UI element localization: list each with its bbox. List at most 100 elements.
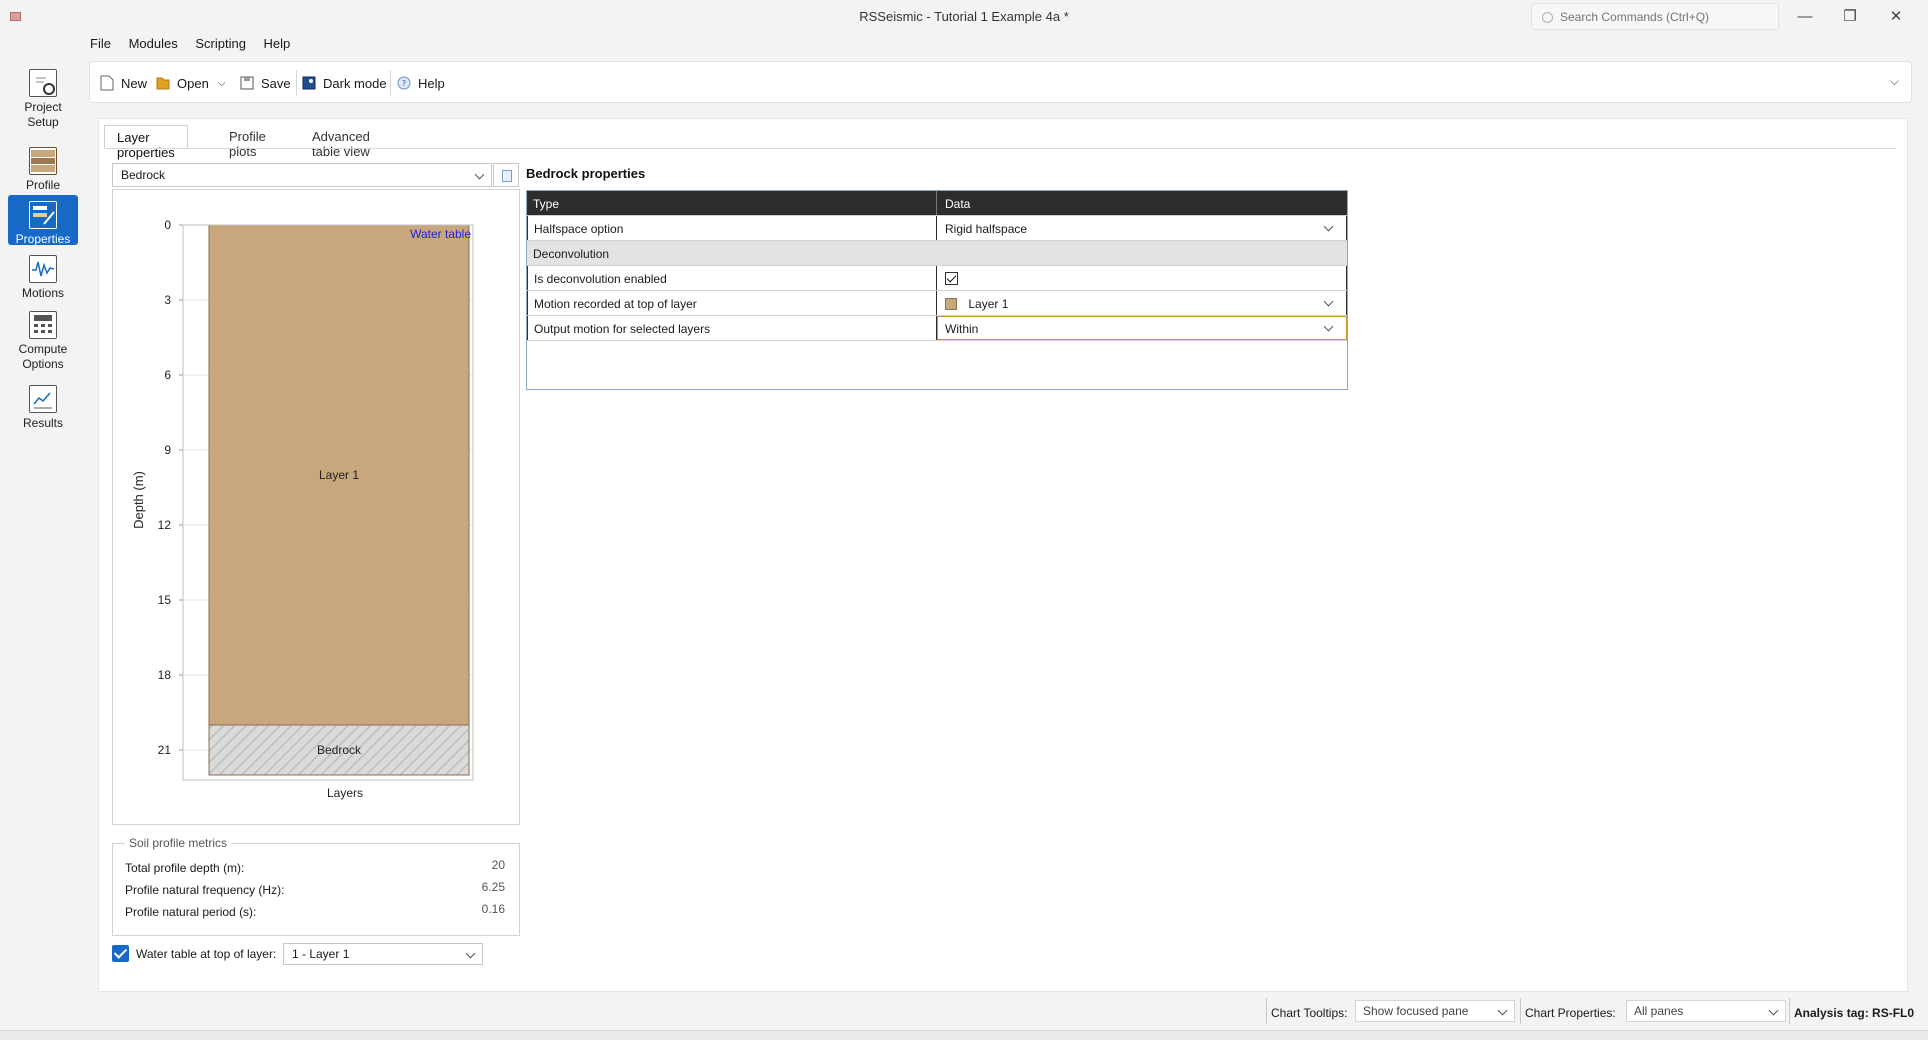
menu-modules[interactable]: Modules (129, 36, 178, 51)
chevron-down-icon (1768, 1005, 1779, 1016)
y-tick-label: 9 (164, 443, 171, 457)
toolbar: New Open ⌵ Save Dark mode ? Help ⌵ (89, 61, 1912, 103)
layer-color-swatch (945, 298, 957, 310)
metric-value: 20 (491, 858, 505, 872)
header-type: Type (527, 191, 937, 215)
compute-options-icon (29, 311, 57, 339)
menu-file[interactable]: File (90, 36, 111, 51)
row-halfspace-option: Halfspace option Rigid halfspace (527, 216, 1347, 241)
sidebar-item-label: Compute Options (18, 342, 68, 371)
metric-total-depth: Total profile depth (m): 20 (125, 858, 505, 875)
deconvolution-enabled-checkbox[interactable] (945, 272, 958, 285)
metric-natural-period: Profile natural period (s): 0.16 (125, 902, 505, 919)
row-motion-recorded: Motion recorded at top of layer Layer 1 (527, 291, 1347, 316)
help-icon: ? (397, 75, 411, 91)
metric-natural-frequency: Profile natural frequency (Hz): 6.25 (125, 880, 505, 897)
tab-layer-properties[interactable]: Layer properties (104, 125, 188, 160)
save-icon (240, 75, 254, 91)
save-button[interactable]: Save (240, 72, 291, 94)
sidebar-item-motions[interactable]: Motions (8, 249, 78, 300)
chevron-down-icon (1497, 1005, 1508, 1016)
y-tick-label: 12 (158, 518, 172, 532)
chevron-down-icon (1323, 321, 1334, 332)
dark-mode-icon (302, 75, 316, 91)
layer-select[interactable]: Bedrock (112, 163, 492, 187)
water-table-layer-select[interactable]: 1 - Layer 1 (283, 943, 483, 965)
motions-icon (29, 255, 57, 283)
status-separator (1789, 998, 1790, 1024)
metric-value: 6.25 (481, 880, 505, 894)
window-bottom-edge (0, 1030, 1928, 1040)
motion-recorded-layer-select[interactable]: Layer 1 (937, 291, 1347, 315)
grid-header: Type Data (527, 191, 1347, 216)
header-data: Data (945, 197, 971, 211)
results-icon (29, 385, 57, 413)
sidebar-item-properties[interactable]: Properties (8, 195, 78, 246)
sidebar-item-compute-options[interactable]: Compute Options (8, 305, 78, 371)
chevron-down-icon[interactable]: ⌵ (218, 78, 226, 89)
open-button[interactable]: Open ⌵ (156, 72, 225, 94)
chart-properties-select[interactable]: All panes (1626, 1000, 1786, 1022)
chevron-down-icon (1323, 296, 1334, 307)
folder-icon (156, 75, 170, 91)
soil-profile-metrics: Soil profile metrics Total profile depth… (112, 836, 520, 936)
sidebar-item-results[interactable]: Results (8, 379, 78, 431)
status-separator (1520, 998, 1521, 1024)
close-button[interactable]: ✕ (1876, 3, 1916, 30)
module-sidebar: Project Setup Profile Properties Motions… (0, 33, 86, 995)
new-button[interactable]: New (100, 72, 147, 94)
chart-properties-label: Chart Properties: (1525, 1006, 1616, 1020)
properties-grid: Type Data Halfspace option Rigid halfspa… (526, 190, 1348, 390)
sidebar-item-label: Results (22, 416, 63, 430)
row-deconvolution-enabled: Is deconvolution enabled (527, 266, 1347, 291)
dark-mode-button[interactable]: Dark mode (302, 72, 387, 94)
menu-scripting[interactable]: Scripting (195, 36, 246, 51)
x-axis-label: Layers (327, 786, 363, 800)
chevron-down-icon (474, 169, 485, 180)
copy-icon (502, 170, 512, 182)
profile-chart-panel: Layer 1 Bedrock Water table 0 3 6 9 12 15 18 21 D… (112, 189, 520, 825)
chart-tooltips-select[interactable]: Show focused pane (1355, 1000, 1515, 1022)
toolbar-expand-chevron-icon[interactable]: ⌵ (1890, 74, 1899, 89)
new-file-icon (100, 75, 114, 91)
toolbar-separator (390, 70, 391, 96)
svg-text:?: ? (402, 79, 406, 88)
water-table-annotation: Water table (410, 227, 471, 241)
group-deconvolution[interactable]: Deconvolution (527, 241, 1347, 266)
sidebar-item-label: Properties (15, 232, 71, 246)
toolbar-separator (296, 70, 297, 96)
status-separator (1266, 998, 1267, 1024)
profile-icon (29, 147, 57, 175)
metric-value: 0.16 (481, 902, 505, 916)
properties-icon (29, 201, 57, 229)
sidebar-item-label: Motions (21, 286, 65, 300)
project-setup-icon (29, 69, 57, 97)
sidebar-item-profile[interactable]: Profile (8, 141, 78, 192)
profile-chart[interactable]: Layer 1 Bedrock Water table 0 3 6 9 12 15 18 21 D… (113, 190, 519, 824)
restore-button[interactable]: ❐ (1830, 3, 1870, 30)
minimize-button[interactable]: — (1785, 3, 1825, 30)
halfspace-option-select[interactable]: Rigid halfspace (937, 216, 1347, 240)
y-tick-label: 15 (158, 593, 172, 607)
sidebar-item-label: Profile (25, 178, 60, 192)
command-search[interactable] (1531, 3, 1779, 30)
metrics-title: Soil profile metrics (125, 836, 232, 850)
menu-help[interactable]: Help (264, 36, 291, 51)
tab-advanced-table-view[interactable]: Advanced table view (300, 125, 382, 159)
help-button[interactable]: ? Help (397, 72, 445, 94)
sidebar-item-label: Project Setup (24, 100, 62, 129)
sidebar-item-project-setup[interactable]: Project Setup (8, 63, 78, 137)
analysis-tag: Analysis tag: RS-FL0 (1794, 1006, 1915, 1020)
output-motion-select[interactable]: Within (937, 316, 1347, 340)
properties-title: Bedrock properties (526, 166, 646, 181)
layer-label: Bedrock (317, 743, 362, 757)
chevron-down-icon (465, 948, 476, 959)
command-search-input[interactable] (1560, 8, 1770, 26)
copy-layer-button[interactable] (493, 163, 519, 187)
tab-profile-plots[interactable]: Profile plots (217, 125, 278, 159)
search-icon (1542, 12, 1553, 23)
y-tick-label: 21 (158, 743, 172, 757)
layer-label: Layer 1 (319, 468, 359, 482)
water-table-checkbox[interactable] (112, 945, 129, 962)
status-bar: Chart Tooltips: Show focused pane Chart … (0, 995, 1928, 1030)
